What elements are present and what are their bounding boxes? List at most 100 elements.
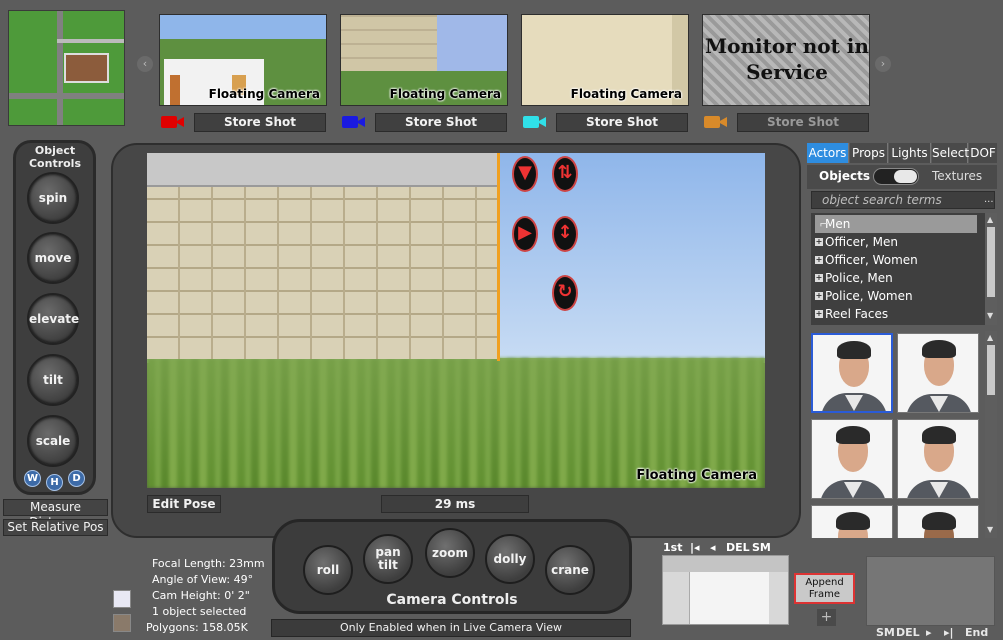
mode-d-button[interactable]: D [68, 470, 85, 487]
camera-icon [342, 115, 366, 129]
end-button[interactable]: End [965, 626, 988, 639]
object-controls-title: Object Controls [28, 144, 82, 170]
texture-mode-icon[interactable] [113, 614, 131, 632]
scale-control[interactable]: scale [27, 415, 79, 467]
spin-control[interactable]: spin [27, 172, 79, 224]
search-options-button[interactable]: ... [984, 194, 994, 206]
tree-scrollbar[interactable]: ▲ ▼ [985, 213, 997, 325]
set-relative-pos-button[interactable]: Set Relative Pos [3, 519, 108, 536]
camera-thumbnail-4[interactable]: Monitor not in Service [702, 14, 870, 106]
frame-time-readout: 29 ms [381, 495, 529, 513]
objects-textures-toggle-row: Objects Textures [807, 165, 997, 189]
first-frame-button[interactable]: 1st [663, 541, 682, 554]
store-shot-button-3[interactable]: Store Shot [556, 113, 688, 132]
pan-tilt-control[interactable]: pan tilt [363, 534, 413, 584]
thumbnails-prev-button[interactable]: ‹ [137, 56, 153, 72]
camera-icon [704, 115, 728, 129]
actor-thumbnail-grid [809, 331, 981, 538]
jump-end-button[interactable]: ▸| [944, 626, 954, 639]
play-gizmo-icon[interactable]: ▶ [512, 216, 538, 252]
camera-thumbnail-3[interactable]: Floating Camera [521, 14, 689, 106]
expand-icon[interactable]: + [815, 238, 823, 246]
actor-thumbnail[interactable] [897, 419, 979, 499]
tree-item[interactable]: + Officer, Women [815, 251, 977, 269]
polygon-count: Polygons: 158.05K [146, 621, 248, 634]
camera-controls-note: Only Enabled when in Live Camera View [271, 619, 631, 637]
elevate-gizmo-icon[interactable]: ↕ [552, 216, 578, 252]
actor-thumbnail[interactable] [811, 419, 893, 499]
thumbnail-caption: Floating Camera [208, 87, 320, 101]
expand-icon[interactable]: + [815, 274, 823, 282]
move-control[interactable]: move [27, 232, 79, 284]
tree-item[interactable]: + Police, Women [815, 287, 977, 305]
expand-icon[interactable]: + [815, 292, 823, 300]
empty-frame-slot[interactable] [866, 556, 995, 626]
sm-button[interactable]: SM [752, 541, 771, 554]
tree-item[interactable]: + Police, Men [815, 269, 977, 287]
expand-icon[interactable]: + [815, 310, 823, 318]
crane-control[interactable]: crane [545, 545, 595, 595]
viewport-camera-label: Floating Camera [636, 468, 757, 483]
tree-item[interactable]: ⌐ Men [815, 215, 977, 233]
rotate-vertical-gizmo-icon[interactable]: ⇅ [552, 156, 578, 192]
textures-label: Textures [932, 169, 983, 183]
expand-icon[interactable]: + [815, 256, 823, 264]
3d-viewport[interactable]: Floating Camera [147, 153, 765, 488]
elevate-control[interactable]: elevate [27, 293, 79, 345]
tab-actors[interactable]: Actors [807, 143, 849, 163]
measure-distance-button[interactable]: Measure Distance [3, 499, 108, 529]
objects-label: Objects [819, 169, 871, 183]
mode-w-button[interactable]: W [24, 470, 41, 487]
angle-of-view-readout: Angle of View: 49° [152, 573, 254, 586]
roll-control[interactable]: roll [303, 545, 353, 595]
edit-pose-button[interactable]: Edit Pose [147, 495, 221, 513]
focal-length-readout: Focal Length: 23mm [152, 557, 265, 570]
tab-select[interactable]: Select [932, 143, 969, 163]
rotate-down-gizmo-icon[interactable]: ▼ [512, 156, 538, 192]
actor-category-tree: ⌐ Men + Officer, Men + Officer, Women + Poli… [811, 213, 985, 325]
objects-textures-toggle[interactable] [873, 168, 919, 185]
add-frame-button[interactable]: + [817, 609, 836, 626]
zoom-control[interactable]: zoom [425, 528, 475, 578]
tree-item[interactable]: + Officer, Men [815, 233, 977, 251]
frame-thumbnail[interactable] [662, 555, 789, 625]
minimap[interactable] [8, 10, 125, 126]
selection-count: 1 object selected [152, 605, 247, 618]
sm-bottom-button[interactable]: SM [876, 626, 895, 639]
store-shot-button-4[interactable]: Store Shot [737, 113, 869, 132]
camera-icon [523, 115, 547, 129]
rotate-gizmo-icon[interactable]: ↻ [552, 275, 578, 311]
store-shot-button-2[interactable]: Store Shot [375, 113, 507, 132]
delete-frame-button[interactable]: DEL [726, 541, 750, 554]
tree-item[interactable]: + Reel Faces [815, 305, 977, 323]
monitor-message: Monitor not in Service [705, 34, 869, 84]
actor-thumbnail[interactable] [897, 505, 979, 538]
actor-thumbnail[interactable] [811, 333, 893, 413]
dolly-control[interactable]: dolly [485, 534, 535, 584]
thumbnail-caption: Floating Camera [389, 87, 501, 101]
camera-thumbnail-1[interactable]: Floating Camera [159, 14, 327, 106]
camera-icon [161, 115, 185, 129]
tilt-control[interactable]: tilt [27, 354, 79, 406]
next-frame-button[interactable]: ▸ [926, 626, 932, 639]
library-tabs: Actors Props Lights Select DOF [807, 143, 997, 163]
prev-frame-button[interactable]: ◂ [710, 541, 716, 554]
thumbnails-next-button[interactable]: › [875, 56, 891, 72]
mode-h-button[interactable]: H [46, 474, 63, 491]
camera-thumbnail-2[interactable]: Floating Camera [340, 14, 508, 106]
tab-props[interactable]: Props [850, 143, 888, 163]
delete-bottom-button[interactable]: DEL [896, 626, 920, 639]
thumbnail-caption: Floating Camera [570, 87, 682, 101]
jump-start-button[interactable]: |◂ [690, 541, 700, 554]
render-mode-icon[interactable] [113, 590, 131, 608]
store-shot-button-1[interactable]: Store Shot [194, 113, 326, 132]
tab-dof[interactable]: DOF [969, 143, 997, 163]
object-search-input[interactable]: object search terms [811, 191, 995, 209]
camera-controls-title: Camera Controls [386, 592, 518, 608]
append-frame-button[interactable]: Append Frame [794, 573, 855, 604]
thumbnail-scrollbar[interactable]: ▲ ▼ [985, 331, 997, 538]
tab-lights[interactable]: Lights [889, 143, 931, 163]
actor-thumbnail[interactable] [897, 333, 979, 413]
cam-height-readout: Cam Height: 0' 2" [152, 589, 250, 602]
actor-thumbnail[interactable] [811, 505, 893, 538]
